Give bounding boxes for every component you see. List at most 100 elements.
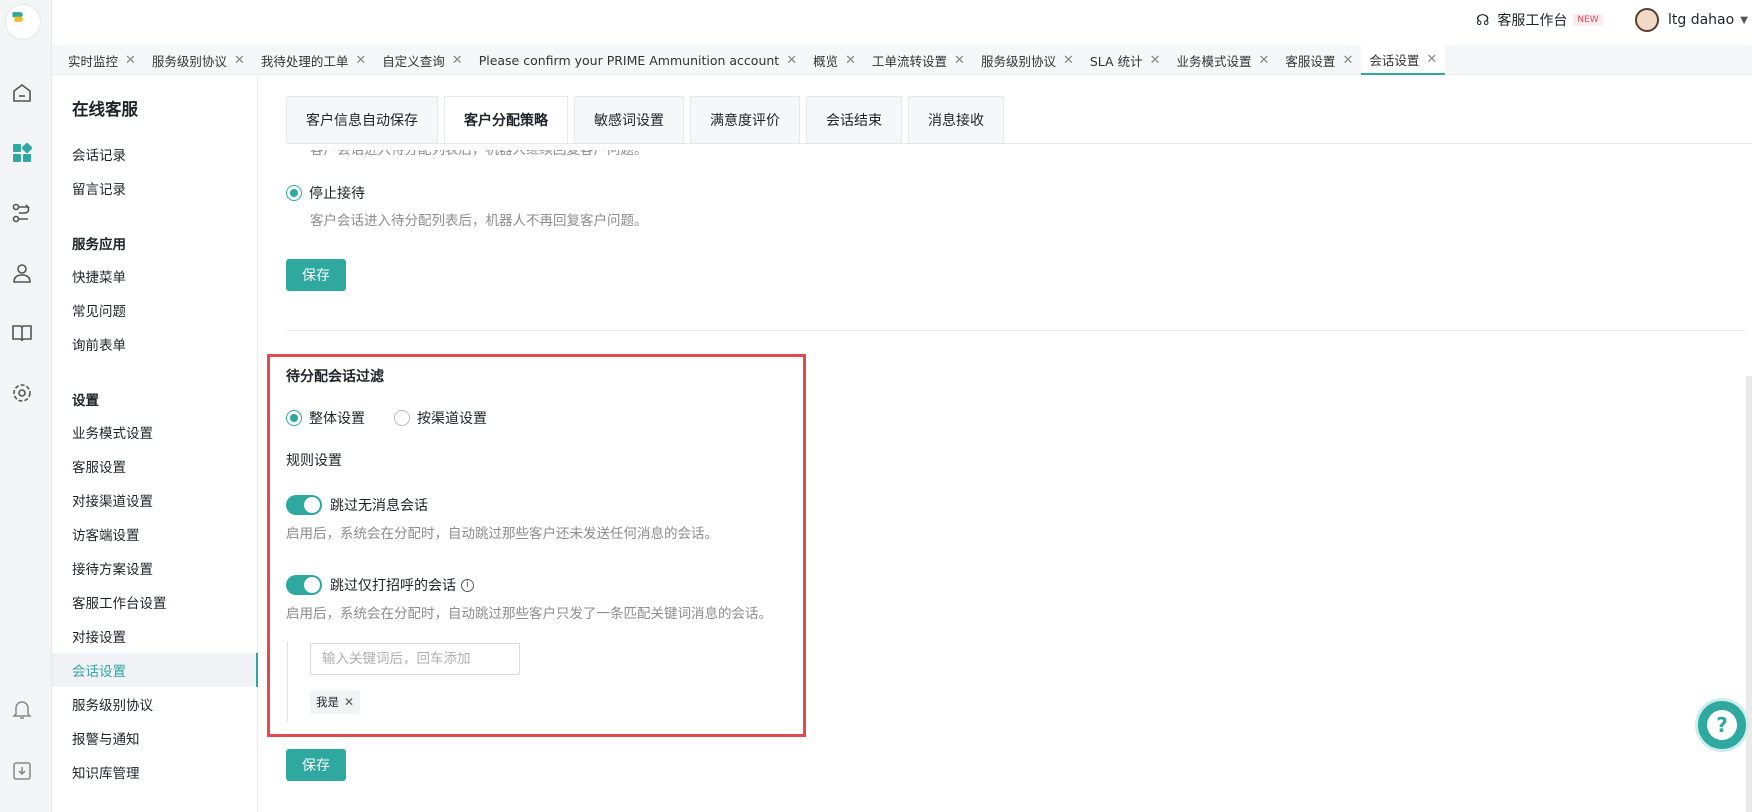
sidebar-item-session-records[interactable]: 会话记录 — [52, 137, 258, 171]
sidebar-item-integration[interactable]: 对接设置 — [52, 619, 258, 653]
skip-empty-toggle[interactable] — [286, 495, 322, 515]
user-menu[interactable]: ltg dahao ▼ — [1635, 8, 1748, 32]
scope-channel-radio[interactable] — [394, 410, 410, 426]
close-icon[interactable]: ✕ — [1150, 53, 1161, 68]
scope-channel-label: 按渠道设置 — [417, 411, 487, 427]
skip-empty-hint: 启用后，系统会在分配时，自动跳过那些客户还未发送任何消息的会话。 — [286, 526, 718, 542]
tab-session-settings[interactable]: 会话设置 ✕ — [1361, 45, 1446, 75]
sidebar-item-channel-settings[interactable]: 对接渠道设置 — [52, 483, 258, 517]
truncated-hint: 客户会话进入待分配列表后，机器人继续回复客户问题。 — [310, 150, 648, 158]
close-icon[interactable]: ✕ — [845, 53, 856, 68]
close-icon[interactable]: ✕ — [786, 53, 797, 68]
scope-channel-option[interactable]: 按渠道设置 — [394, 408, 487, 428]
sidebar-item-session-settings[interactable]: 会话设置 — [52, 653, 258, 687]
sidebar-item-agent-settings[interactable]: 客服设置 — [52, 449, 258, 483]
close-icon[interactable]: ✕ — [344, 695, 354, 709]
stop-reception-option[interactable]: 停止接待 — [286, 183, 365, 203]
dashboard-icon[interactable] — [11, 142, 33, 164]
close-icon[interactable]: ✕ — [1426, 52, 1437, 67]
page-tabs: 实时监控 ✕ 服务级别协议 ✕ 我待处理的工单 ✕ 自定义查询 ✕ Please con… — [52, 45, 1752, 75]
gear-icon[interactable] — [11, 382, 33, 404]
tab-item[interactable]: 实时监控 ✕ — [60, 45, 144, 75]
sidebar-item-quick-menu[interactable]: 快捷菜单 — [52, 259, 258, 293]
scope-whole-radio[interactable] — [286, 410, 302, 426]
sidebar-item-sla[interactable]: 服务级别协议 — [52, 687, 258, 721]
close-icon[interactable]: ✕ — [954, 53, 965, 68]
users-icon[interactable] — [11, 262, 33, 284]
close-icon[interactable]: ✕ — [1063, 53, 1074, 68]
tab-label: 自定义查询 — [382, 53, 445, 69]
app-logo[interactable] — [6, 5, 40, 39]
bell-icon[interactable] — [11, 698, 33, 720]
subtab-assignment-strategy[interactable]: 客户分配策略 — [444, 96, 568, 143]
save-filter-button[interactable]: 保存 — [286, 749, 346, 781]
close-icon[interactable]: ✕ — [1259, 53, 1270, 68]
tab-label: Please confirm your PRIME Ammunition acc… — [478, 52, 780, 68]
sidebar-group-settings: 设置 — [72, 393, 99, 409]
tab-label: 我待处理的工单 — [260, 53, 349, 69]
chevron-down-icon: ▼ — [1740, 14, 1748, 26]
flow-icon[interactable] — [11, 202, 33, 224]
save-button[interactable]: 保存 — [286, 259, 346, 291]
sidebar-item-pre-chat-form[interactable]: 询前表单 — [52, 327, 258, 361]
subtab-divider — [286, 143, 1752, 144]
skip-greeting-row: 跳过仅打招呼的会话 i — [286, 575, 474, 595]
tab-item[interactable]: 概览 ✕ — [805, 45, 864, 75]
stop-reception-radio[interactable] — [286, 185, 302, 201]
sidebar-item-workspace-settings[interactable]: 客服工作台设置 — [52, 585, 258, 619]
rules-label: 规则设置 — [286, 453, 342, 469]
close-icon[interactable]: ✕ — [452, 53, 463, 68]
tab-item[interactable]: Please confirm your PRIME Ammunition acc… — [471, 45, 805, 75]
book-icon[interactable] — [11, 322, 33, 344]
tab-item[interactable]: 服务级别协议 ✕ — [973, 45, 1082, 75]
sidebar-item-message-records[interactable]: 留言记录 — [52, 171, 258, 205]
sidebar-group-apps: 服务应用 — [72, 237, 126, 253]
tab-item[interactable]: 客服设置 ✕ — [1277, 45, 1361, 75]
sidebar-title: 在线客服 — [72, 100, 138, 119]
filter-section-title: 待分配会话过滤 — [286, 369, 384, 385]
tab-item[interactable]: 我待处理的工单 ✕ — [253, 45, 374, 75]
keyword-input[interactable] — [310, 643, 520, 675]
sidebar-item-reception-plan[interactable]: 接待方案设置 — [52, 551, 258, 585]
scope-whole-option[interactable]: 整体设置 — [286, 408, 365, 428]
stop-reception-label: 停止接待 — [309, 186, 365, 202]
tab-item[interactable]: 工单流转设置 ✕ — [864, 45, 973, 75]
new-badge: NEW — [1573, 14, 1603, 26]
question-icon: ? — [1707, 710, 1737, 740]
download-icon[interactable] — [11, 760, 33, 782]
tab-item[interactable]: 业务模式设置 ✕ — [1169, 45, 1278, 75]
close-icon[interactable]: ✕ — [125, 53, 136, 68]
tab-item[interactable]: 服务级别协议 ✕ — [144, 45, 253, 75]
tab-label: 服务级别协议 — [980, 53, 1056, 69]
tab-label: 概览 — [813, 53, 839, 69]
subtab-satisfaction[interactable]: 满意度评价 — [690, 96, 800, 143]
tab-label: 客服设置 — [1285, 53, 1336, 69]
close-icon[interactable]: ✕ — [234, 53, 245, 68]
sidebar-item-business-mode[interactable]: 业务模式设置 — [52, 415, 258, 449]
subtab-auto-save[interactable]: 客户信息自动保存 — [286, 96, 438, 143]
sidebar-item-alerts[interactable]: 报警与通知 — [52, 721, 258, 755]
sidebar-item-faq[interactable]: 常见问题 — [52, 293, 258, 327]
subtab-message-receive[interactable]: 消息接收 — [908, 96, 1004, 143]
tab-item[interactable]: SLA 统计 ✕ — [1082, 45, 1169, 75]
tab-item[interactable]: 自定义查询 ✕ — [374, 45, 470, 75]
tab-label: SLA 统计 — [1089, 53, 1143, 69]
help-button[interactable]: ? — [1695, 698, 1749, 752]
skip-greeting-toggle[interactable] — [286, 575, 322, 595]
main-content: 客户信息自动保存 客户分配策略 敏感词设置 满意度评价 会话结束 消息接收 客户… — [260, 76, 1752, 812]
tab-label: 服务级别协议 — [151, 53, 227, 69]
tab-label: 工单流转设置 — [872, 53, 948, 69]
subtab-sensitive-words[interactable]: 敏感词设置 — [574, 96, 684, 143]
skip-empty-row: 跳过无消息会话 — [286, 495, 428, 515]
close-icon[interactable]: ✕ — [355, 53, 366, 68]
sidebar-item-visitor-settings[interactable]: 访客端设置 — [52, 517, 258, 551]
sidebar-item-knowledge-base[interactable]: 知识库管理 — [52, 755, 258, 789]
workspace-link[interactable]: ☊ 客服工作台 NEW — [1476, 10, 1603, 30]
home-icon[interactable] — [11, 82, 33, 104]
section-divider — [286, 330, 1746, 331]
info-icon[interactable]: i — [461, 578, 474, 592]
subtab-session-end[interactable]: 会话结束 — [806, 96, 902, 143]
close-icon[interactable]: ✕ — [1342, 53, 1353, 68]
sidebar: 在线客服 会话记录 留言记录 服务应用 快捷菜单 常见问题 询前表单 设置 业务… — [52, 76, 258, 812]
scrollbar[interactable] — [1746, 376, 1752, 812]
